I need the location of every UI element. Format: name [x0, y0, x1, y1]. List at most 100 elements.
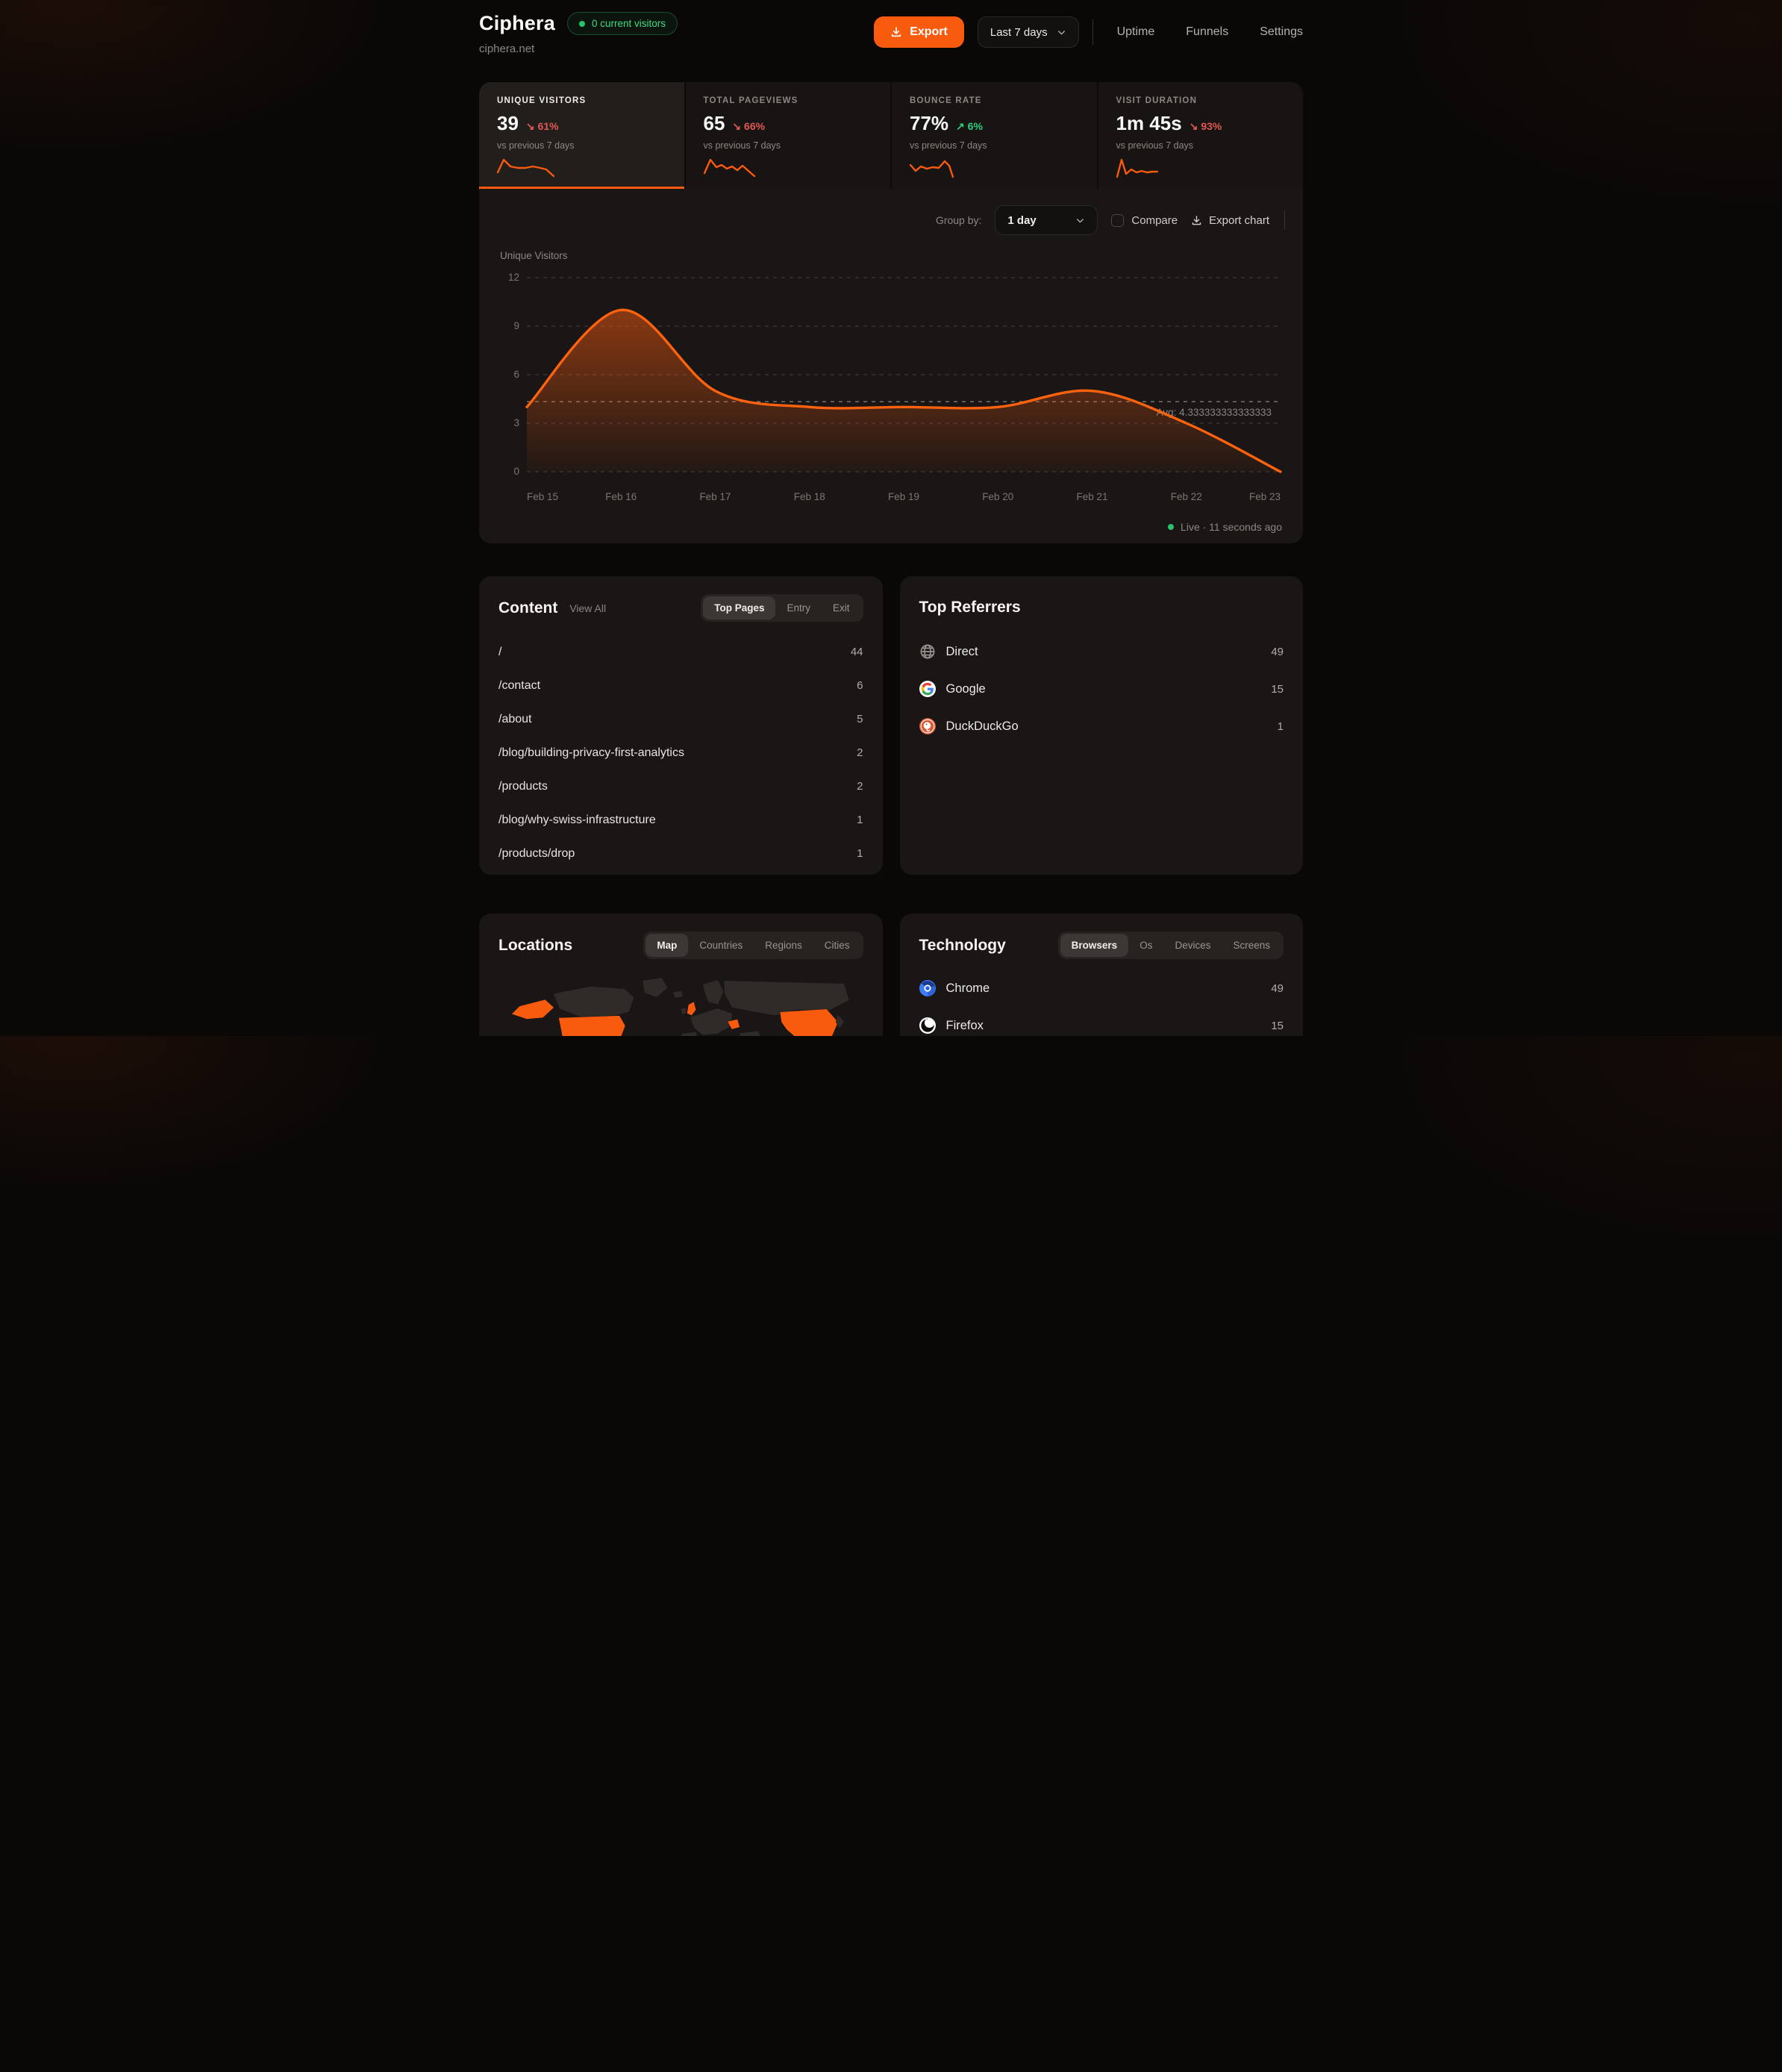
- stat-comparison-label: vs previous 7 days: [1116, 140, 1286, 151]
- analytics-dashboard: Ciphera 0 current visitors ciphera.net E…: [446, 0, 1336, 1036]
- content-title: Content: [498, 599, 557, 617]
- current-visitors-badge: 0 current visitors: [567, 12, 678, 35]
- stat-card-visit-duration[interactable]: VISIT DURATION1m 45s↘ 93%vs previous 7 d…: [1098, 82, 1304, 189]
- row-label: Chrome: [946, 982, 990, 996]
- technology-tab-os[interactable]: Os: [1128, 934, 1163, 957]
- page-count: 5: [857, 713, 863, 725]
- stat-label: VISIT DURATION: [1116, 96, 1286, 105]
- page-count: 44: [851, 646, 863, 658]
- referrers-card: Top Referrers Direct 49 Google 15 DuckDu…: [900, 576, 1304, 875]
- chrome-icon: [919, 980, 936, 996]
- nav-uptime[interactable]: Uptime: [1117, 25, 1155, 39]
- content-row[interactable]: /contact 6: [498, 669, 863, 702]
- svg-text:Feb 17: Feb 17: [699, 491, 731, 502]
- page-path: /contact: [498, 679, 540, 693]
- compare-toggle[interactable]: Compare: [1111, 214, 1178, 227]
- chevron-down-icon: [1075, 216, 1085, 225]
- duckduckgo-icon: [919, 718, 936, 734]
- svg-text:12: 12: [508, 272, 519, 283]
- content-row[interactable]: / 44: [498, 635, 863, 669]
- row-count: 49: [1271, 982, 1284, 995]
- export-chart-button[interactable]: Export chart: [1191, 214, 1269, 227]
- compare-label: Compare: [1131, 214, 1178, 227]
- stat-card-total-pageviews[interactable]: TOTAL PAGEVIEWS65↘ 66%vs previous 7 days: [686, 82, 891, 189]
- nav-settings[interactable]: Settings: [1260, 25, 1303, 39]
- export-button-label: Export: [910, 25, 948, 39]
- world-map[interactable]: [498, 971, 863, 1036]
- locations-tabs: MapCountriesRegionsCities: [643, 932, 863, 959]
- page-path: /products/drop: [498, 847, 575, 861]
- stat-comparison-label: vs previous 7 days: [704, 140, 873, 151]
- export-chart-label: Export chart: [1209, 214, 1269, 227]
- page-count: 6: [857, 679, 863, 692]
- svg-text:Feb 21: Feb 21: [1076, 491, 1107, 502]
- content-row[interactable]: /about 5: [498, 702, 863, 736]
- page-count: 2: [857, 780, 863, 793]
- stat-value: 39: [497, 112, 519, 135]
- stat-sparkline: [1116, 157, 1198, 179]
- stat-label: UNIQUE VISITORS: [497, 96, 666, 105]
- content-row[interactable]: /products 2: [498, 770, 863, 803]
- stat-delta: ↘ 93%: [1189, 120, 1222, 133]
- technology-tab-devices[interactable]: Devices: [1163, 934, 1222, 957]
- stat-card-unique-visitors[interactable]: UNIQUE VISITORS39↘ 61%vs previous 7 days: [479, 82, 684, 189]
- content-row[interactable]: /products/drop 1: [498, 837, 863, 870]
- content-row[interactable]: /blog/why-swiss-infrastructure 1: [498, 803, 863, 837]
- locations-tab-map[interactable]: Map: [645, 934, 688, 957]
- content-tab-entry[interactable]: Entry: [775, 596, 822, 620]
- svg-text:Feb 18: Feb 18: [794, 491, 825, 502]
- referrers-title: Top Referrers: [919, 599, 1021, 617]
- browser-row-firefox[interactable]: Firefox 15: [919, 1007, 1284, 1036]
- referrers-list: Direct 49 Google 15 DuckDuckGo 1: [919, 633, 1284, 745]
- row-label: Firefox: [946, 1019, 984, 1033]
- stat-card-bounce-rate[interactable]: BOUNCE RATE77%↗ 6%vs previous 7 days: [892, 82, 1097, 189]
- content-tab-exit[interactable]: Exit: [822, 596, 861, 620]
- group-by-select[interactable]: 1 day: [995, 205, 1098, 235]
- stat-sparkline: [497, 157, 579, 179]
- row-label: Direct: [946, 645, 978, 659]
- browser-row-chrome[interactable]: Chrome 49: [919, 970, 1284, 1007]
- current-visitors-label: 0 current visitors: [592, 18, 666, 29]
- globe-icon: [919, 643, 936, 660]
- svg-text:Feb 15: Feb 15: [527, 491, 558, 502]
- locations-tab-countries[interactable]: Countries: [688, 934, 754, 957]
- compare-checkbox[interactable]: [1111, 214, 1124, 227]
- date-range-select[interactable]: Last 7 days: [978, 16, 1079, 48]
- referrer-row-duckduckgo[interactable]: DuckDuckGo 1: [919, 708, 1284, 745]
- technology-title: Technology: [919, 937, 1006, 955]
- page-count: 2: [857, 746, 863, 759]
- overview-card: UNIQUE VISITORS 39 ↘ 61% vs previous 7 days…: [479, 82, 1303, 543]
- chart-controls: Group by: 1 day Compare Export chart: [497, 205, 1285, 235]
- stat-delta: ↘ 61%: [526, 120, 559, 133]
- brand-block: Ciphera 0 current visitors ciphera.net: [479, 12, 678, 55]
- svg-text:3: 3: [513, 417, 519, 428]
- referrer-row-google[interactable]: Google 15: [919, 670, 1284, 708]
- header-divider: [1092, 19, 1093, 45]
- unique-visitors-area-chart[interactable]: 036912Avg: 4.333333333333333Feb 15Feb 16…: [497, 264, 1285, 512]
- view-all-link[interactable]: View All: [569, 602, 606, 614]
- world-map-svg: [498, 971, 863, 1036]
- technology-tabs: BrowsersOsDevicesScreens: [1058, 932, 1284, 959]
- technology-card: Technology BrowsersOsDevicesScreens Chro…: [900, 914, 1304, 1036]
- svg-text:Feb 20: Feb 20: [982, 491, 1013, 502]
- content-list: / 44 /contact 6 /about 5 /blog/building-…: [498, 635, 863, 870]
- chart-title: Unique Visitors: [500, 250, 1285, 261]
- top-bar: Ciphera 0 current visitors ciphera.net E…: [479, 0, 1303, 72]
- live-dot-icon: [1168, 524, 1174, 530]
- page-path: /blog/why-swiss-infrastructure: [498, 814, 656, 827]
- referrer-row-direct[interactable]: Direct 49: [919, 633, 1284, 670]
- locations-tab-cities[interactable]: Cities: [813, 934, 861, 957]
- locations-tab-regions[interactable]: Regions: [754, 934, 813, 957]
- technology-tab-screens[interactable]: Screens: [1222, 934, 1281, 957]
- page-path: /products: [498, 780, 548, 793]
- locations-title: Locations: [498, 937, 572, 955]
- export-button[interactable]: Export: [874, 16, 964, 48]
- content-tab-top-pages[interactable]: Top Pages: [703, 596, 775, 620]
- download-icon: [890, 26, 902, 38]
- technology-tab-browsers[interactable]: Browsers: [1060, 934, 1129, 957]
- page-path: /about: [498, 713, 531, 726]
- nav-funnels[interactable]: Funnels: [1186, 25, 1228, 39]
- row-count: 15: [1271, 683, 1284, 696]
- content-row[interactable]: /blog/building-privacy-first-analytics 2: [498, 736, 863, 770]
- locations-card: Locations MapCountriesRegionsCities: [479, 914, 883, 1036]
